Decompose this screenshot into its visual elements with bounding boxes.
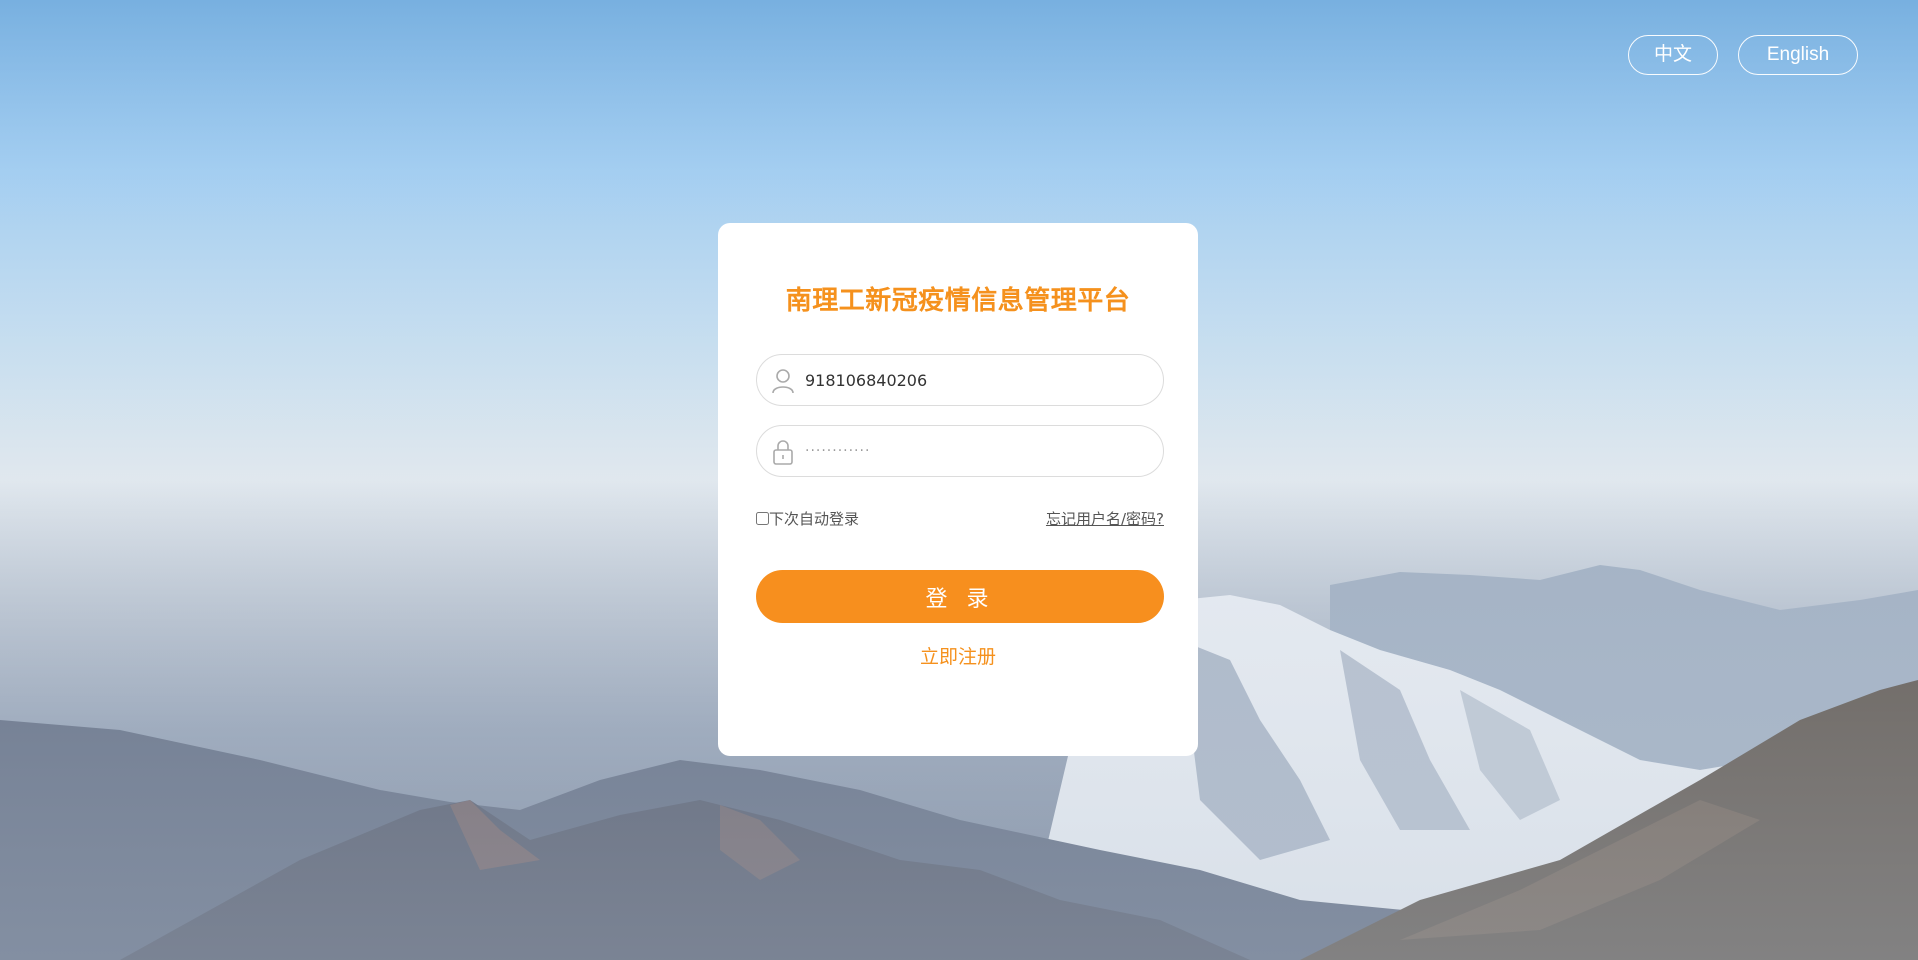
login-button[interactable]: 登 录 bbox=[756, 570, 1164, 623]
lock-icon bbox=[771, 439, 795, 465]
language-chinese-button[interactable]: 中文 bbox=[1628, 35, 1718, 75]
remember-label: 下次自动登录 bbox=[769, 509, 860, 528]
register-link[interactable]: 立即注册 bbox=[718, 642, 1198, 669]
page-title: 南理工新冠疫情信息管理平台 bbox=[785, 286, 1131, 316]
user-icon bbox=[771, 368, 795, 394]
username-field[interactable] bbox=[756, 354, 1164, 406]
username-input[interactable] bbox=[805, 363, 1150, 397]
login-card: 南理工新冠疫情信息管理平台 下次自动登录 忘记用户名/密码? 登 录 立即注册 bbox=[718, 223, 1198, 756]
language-english-button[interactable]: English bbox=[1738, 35, 1858, 75]
password-field[interactable] bbox=[756, 425, 1164, 477]
remember-checkbox[interactable] bbox=[756, 511, 769, 525]
password-input[interactable] bbox=[805, 434, 1150, 468]
remember-login[interactable]: 下次自动登录 bbox=[756, 508, 859, 528]
forgot-password-link[interactable]: 忘记用户名/密码? bbox=[1046, 508, 1164, 529]
